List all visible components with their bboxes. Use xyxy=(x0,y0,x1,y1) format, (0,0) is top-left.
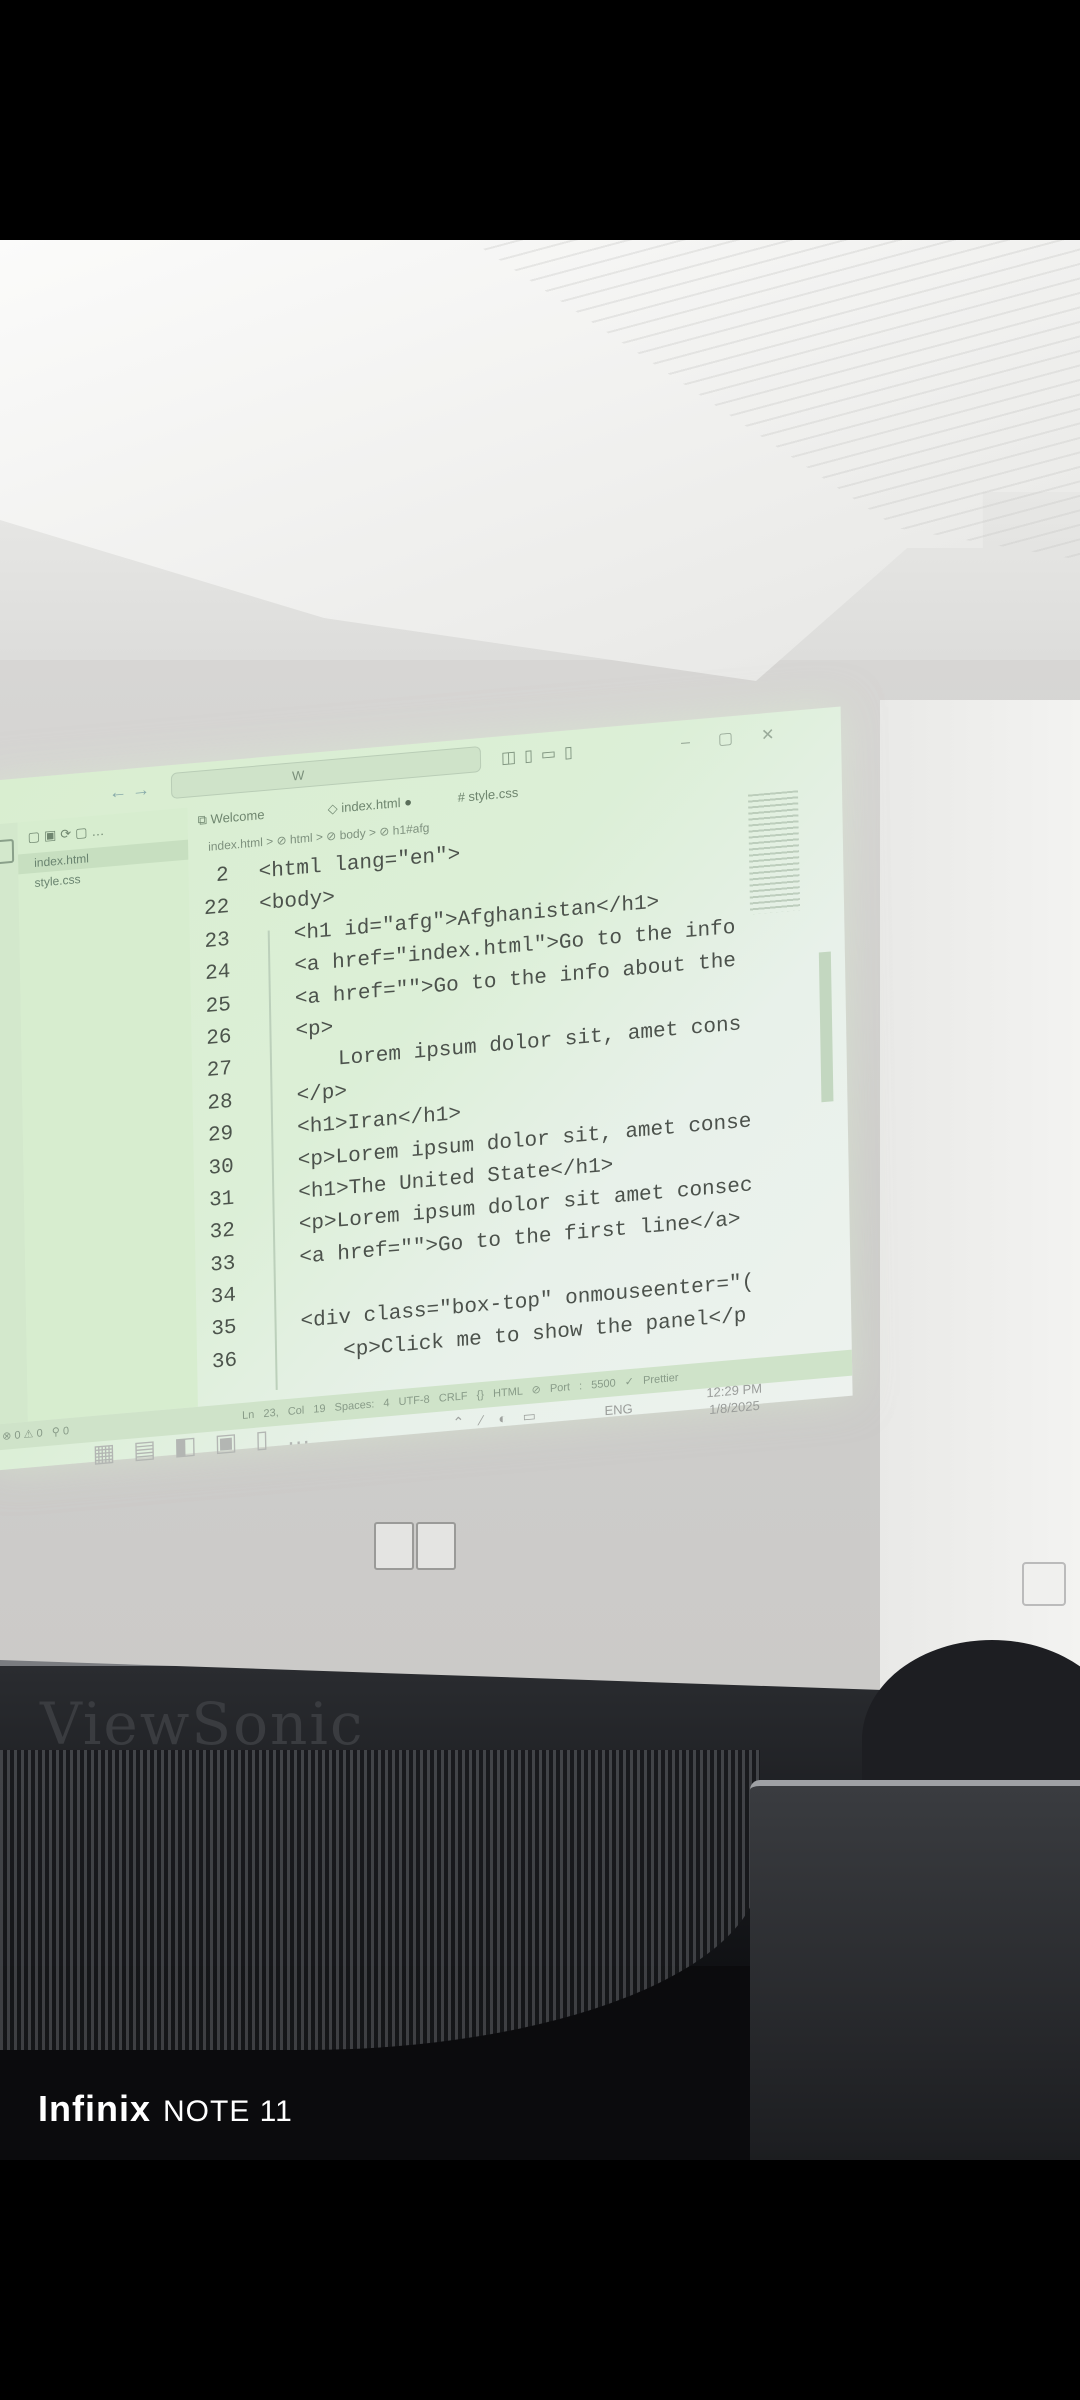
tab-style-css[interactable]: # style.css xyxy=(458,785,519,805)
watermark-brand: Infinix xyxy=(38,2088,151,2129)
line-number: 31 xyxy=(208,1187,235,1213)
system-tray-icons[interactable]: ⌃ ⁄ ◐ ▭ xyxy=(452,1407,542,1432)
line-number: 2 xyxy=(215,864,229,889)
input-language[interactable]: ENG xyxy=(604,1401,632,1418)
tab-label: Welcome xyxy=(210,806,265,827)
tab-label: index.html xyxy=(341,795,401,816)
line-number: 29 xyxy=(207,1122,234,1148)
line-number: 28 xyxy=(207,1090,233,1116)
line-text: </p> xyxy=(296,1080,348,1108)
line-number: 25 xyxy=(205,993,232,1019)
tab-welcome[interactable]: ⧉ Welcome xyxy=(198,807,265,829)
line-number: 24 xyxy=(204,961,231,987)
line-number: 30 xyxy=(208,1155,234,1181)
scrollbar[interactable] xyxy=(818,951,834,1103)
line-number: 35 xyxy=(211,1316,237,1343)
photo: ← → W ◫▯▭▯ –▢✕ ▢▣⟳▢… index.html style.cs… xyxy=(0,240,1080,2160)
camera-watermark: Infinix NOTE 11 xyxy=(38,2088,293,2130)
projected-screen: ← → W ◫▯▭▯ –▢✕ ▢▣⟳▢… index.html style.cs… xyxy=(0,651,1033,1499)
monitor-right xyxy=(750,1780,1080,2160)
tab-label: style.css xyxy=(468,784,519,805)
line-text: <p> xyxy=(295,1016,334,1044)
wall-switch-left xyxy=(374,1522,414,1570)
line-number: 34 xyxy=(210,1284,237,1310)
watermark-model: NOTE 11 xyxy=(163,2095,293,2128)
vscode-window: ← → W ◫▯▭▯ –▢✕ ▢▣⟳▢… index.html style.cs… xyxy=(0,706,853,1471)
line-number: 32 xyxy=(209,1219,236,1246)
monitor-brand: ViewSonic xyxy=(40,1690,365,1758)
line-number: 33 xyxy=(210,1252,236,1278)
unsaved-dot-icon: ● xyxy=(403,794,413,810)
nav-arrows-icon[interactable]: ← → xyxy=(109,779,150,804)
tab-index-html[interactable]: ◇ index.html ● xyxy=(328,794,413,817)
wall-switch-right xyxy=(416,1522,456,1570)
wall-outlet xyxy=(1022,1562,1066,1606)
explorer-sidebar: ▢▣⟳▢… index.html style.css xyxy=(17,807,198,1422)
line-number: 27 xyxy=(206,1058,233,1084)
clock-date: 1/8/2025 xyxy=(709,1397,760,1418)
code-editor[interactable]: 2 <html lang="en"> 22 <body> 23 <h1 id="afg… xyxy=(188,809,817,1381)
line-number: 23 xyxy=(204,928,231,954)
line-number: 22 xyxy=(203,896,230,922)
layout-toggle-icons[interactable]: ◫▯▭▯ xyxy=(501,741,581,768)
line-number: 36 xyxy=(211,1349,238,1375)
explorer-icon[interactable] xyxy=(0,838,15,865)
search-placeholder: W xyxy=(291,767,305,784)
line-number: 26 xyxy=(206,1025,232,1051)
taskbar-clock[interactable]: 12:29 PM 1/8/2025 xyxy=(706,1380,762,1419)
editor-area: ⧉ Welcome ◇ index.html ● # style.css ind… xyxy=(187,750,851,1406)
window-controls[interactable]: –▢✕ xyxy=(681,722,803,753)
